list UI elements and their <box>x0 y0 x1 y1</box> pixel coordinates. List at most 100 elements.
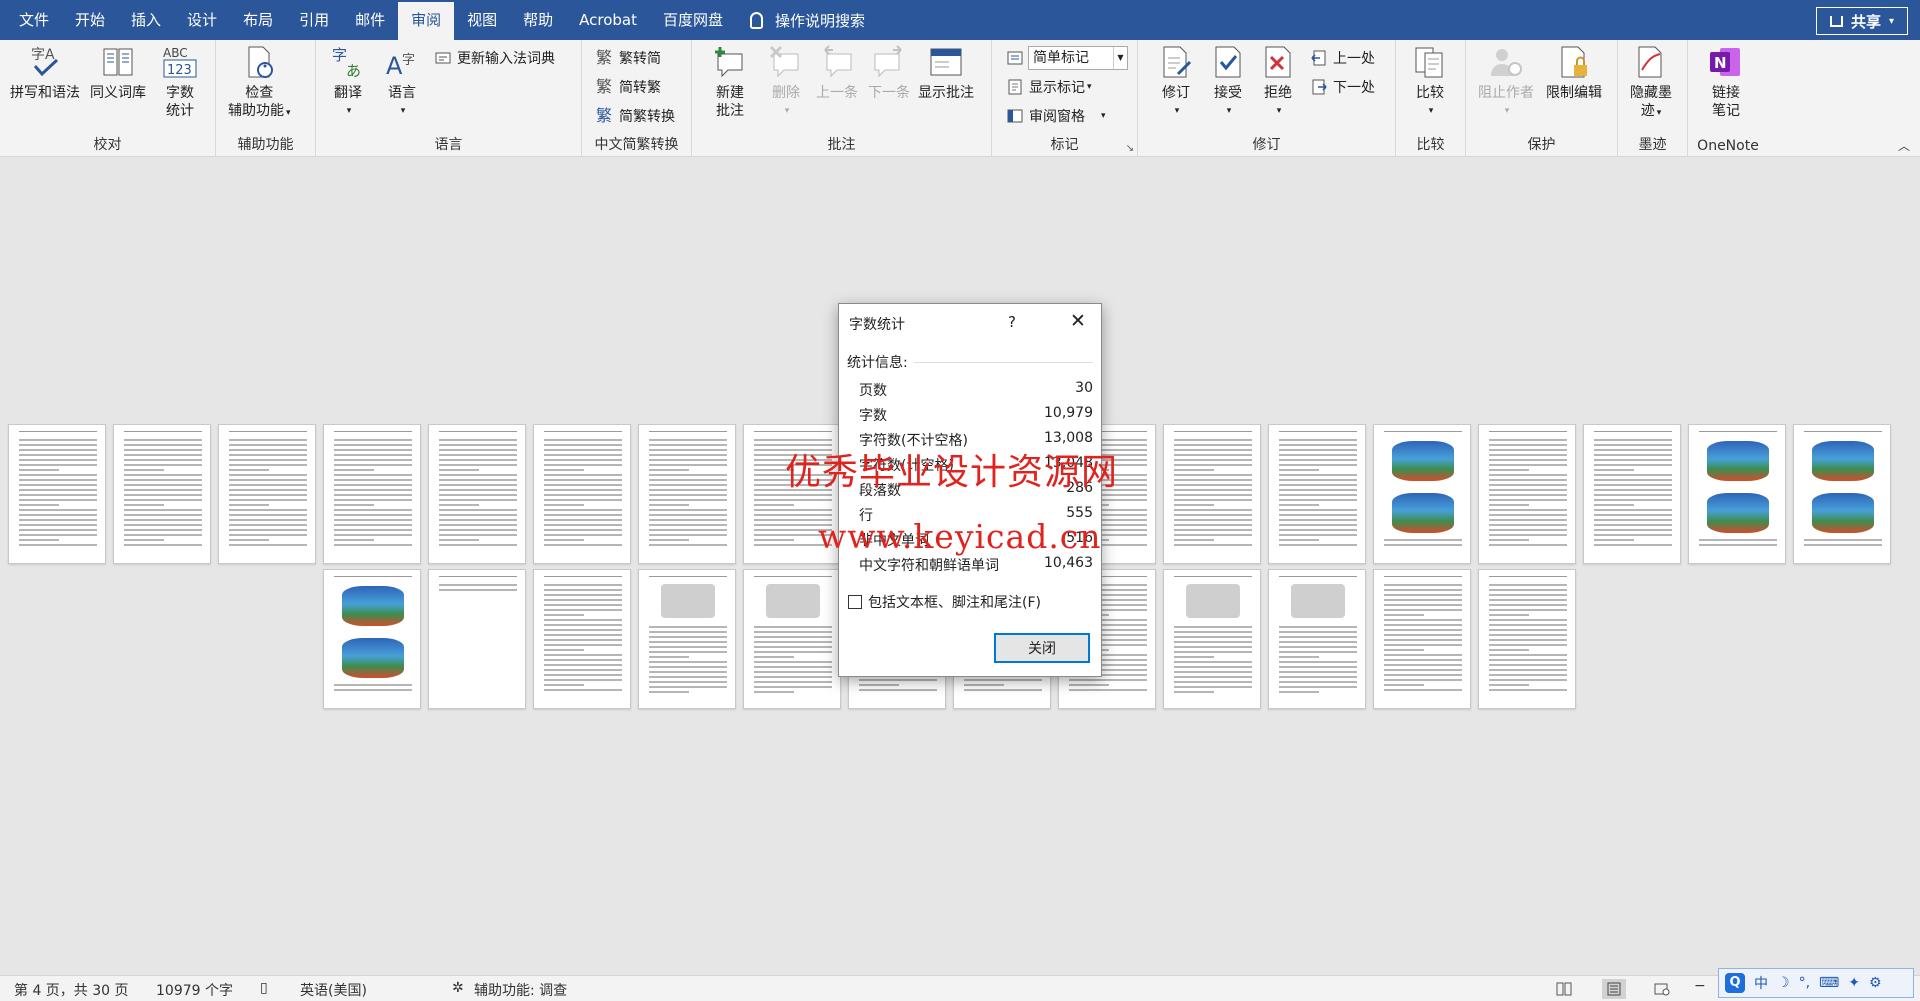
tab-references[interactable]: 引用 <box>286 0 342 40</box>
reject-button[interactable]: 拒绝 ▾ <box>1260 44 1296 120</box>
ribbon: 字A 拼写和语法 同义词库 ABC 123 字数 统计 校对 检查 辅助功能 ▾ 辅… <box>0 40 1920 157</box>
next-change-label: 下一处 <box>1333 80 1375 96</box>
page-thumbnail[interactable] <box>1163 569 1261 709</box>
show-markup-button[interactable]: 显示标记 ▾ <box>1006 75 1092 99</box>
checkbox-box[interactable] <box>848 595 862 609</box>
page-thumbnail[interactable] <box>113 424 211 564</box>
page-thumbnail[interactable] <box>1478 569 1576 709</box>
word-count-button[interactable]: ABC 123 字数 统计 <box>162 44 198 120</box>
page-thumbnail[interactable] <box>1373 424 1471 564</box>
zoom-out-icon[interactable]: − <box>1694 978 1706 994</box>
thesaurus-button[interactable]: 同义词库 <box>90 44 146 102</box>
tab-mailings[interactable]: 邮件 <box>342 0 398 40</box>
page-thumbnail[interactable] <box>533 569 631 709</box>
page-thumbnail[interactable] <box>638 424 736 564</box>
close-button[interactable]: 关闭 <box>994 633 1090 663</box>
page-thumbnail[interactable] <box>743 569 841 709</box>
proofing-status-icon[interactable]: ▯ <box>260 980 268 996</box>
tab-baidu-netdisk[interactable]: 百度网盘 <box>650 0 736 40</box>
language-status[interactable]: 英语(美国) <box>300 980 367 1000</box>
tab-review[interactable]: 审阅 <box>398 2 455 40</box>
tab-insert[interactable]: 插入 <box>118 0 174 40</box>
include-textboxes-checkbox[interactable]: 包括文本框、脚注和尾注(F) <box>848 592 1041 612</box>
linked-notes-button[interactable]: N 链接 笔记 <box>1708 44 1744 120</box>
web-layout-icon[interactable] <box>1650 979 1674 999</box>
chevron-down-icon: ▾ <box>1428 106 1434 116</box>
check-accessibility-button[interactable]: 检查 辅助功能 ▾ <box>228 44 291 122</box>
page-thumbnail[interactable] <box>1373 569 1471 709</box>
previous-change-button[interactable]: 上一处 <box>1310 46 1375 70</box>
restrict-editing-button[interactable]: 限制编辑 <box>1546 44 1602 102</box>
toolbox-icon[interactable]: ✦ <box>1848 975 1860 991</box>
settings-icon[interactable]: ⚙ <box>1869 975 1882 991</box>
tab-acrobat[interactable]: Acrobat <box>566 0 650 40</box>
group-proofing: 字A 拼写和语法 同义词库 ABC 123 字数 统计 校对 <box>0 40 216 157</box>
moon-icon[interactable]: ☽ <box>1777 975 1790 991</box>
simplified-traditional-convert-button[interactable]: 繁 简繁转换 <box>596 104 675 128</box>
update-ime-label: 更新输入法词典 <box>457 51 555 67</box>
page-thumbnail[interactable] <box>218 424 316 564</box>
print-layout-icon[interactable] <box>1602 979 1626 999</box>
tell-me-search[interactable]: 操作说明搜索 <box>750 10 865 31</box>
traditional-to-simplified-button[interactable]: 繁 繁转简 <box>596 46 661 70</box>
chevron-down-icon: ▾ <box>1276 106 1282 116</box>
collapse-ribbon-icon[interactable]: ︿ <box>1898 137 1910 154</box>
punctuation-icon[interactable]: °, <box>1799 975 1810 991</box>
ime-logo-icon[interactable]: Q <box>1725 973 1745 993</box>
simplified-to-traditional-button[interactable]: 繁 简转繁 <box>596 75 661 99</box>
page-thumbnail[interactable] <box>1268 424 1366 564</box>
update-ime-dictionary-button[interactable]: 更新输入法词典 <box>434 46 555 70</box>
new-comment-button[interactable]: 新建 批注 <box>712 44 748 120</box>
status-bar: 第 4 页，共 30 页 10979 个字 ▯ 英语(美国) ✲ 辅助功能: 调… <box>0 975 1920 1001</box>
page-thumbnail[interactable] <box>1688 424 1786 564</box>
track-changes-label: 修订 <box>1162 85 1190 101</box>
markup-select[interactable]: 简单标记 ▼ <box>1028 46 1128 70</box>
page-thumbnail[interactable] <box>533 424 631 564</box>
reviewing-pane-button[interactable]: 审阅窗格 ▾ <box>1006 104 1106 128</box>
previous-comment-button[interactable]: 上一条 <box>816 44 858 102</box>
page-thumbnail[interactable] <box>428 424 526 564</box>
translate-button[interactable]: 字あ 翻译 ▾ <box>330 44 366 120</box>
delete-comment-label: 删除 <box>772 85 800 101</box>
show-comments-button[interactable]: 显示批注 <box>918 44 974 102</box>
chevron-down-icon: ▾ <box>1888 15 1895 27</box>
page-thumbnail[interactable] <box>323 424 421 564</box>
accept-button[interactable]: 接受 ▾ <box>1210 44 1246 120</box>
tab-design[interactable]: 设计 <box>174 0 230 40</box>
tab-view[interactable]: 视图 <box>454 0 510 40</box>
tab-home[interactable]: 开始 <box>62 0 118 40</box>
page-info[interactable]: 第 4 页，共 30 页 <box>14 980 129 1000</box>
page-thumbnail[interactable] <box>1268 569 1366 709</box>
delete-comment-button[interactable]: 删除 ▾ <box>768 44 804 120</box>
read-mode-icon[interactable] <box>1552 979 1576 999</box>
tab-layout[interactable]: 布局 <box>230 0 286 40</box>
dialog-launcher-icon[interactable]: ↘ <box>1126 143 1134 154</box>
page-thumbnail[interactable] <box>1793 424 1891 564</box>
track-changes-button[interactable]: 修订 ▾ <box>1158 44 1194 120</box>
hide-ink-button[interactable]: 隐藏墨 迹 ▾ <box>1630 44 1672 122</box>
spelling-grammar-button[interactable]: 字A 拼写和语法 <box>10 44 80 102</box>
page-thumbnail[interactable] <box>638 569 736 709</box>
page-thumbnail[interactable] <box>428 569 526 709</box>
next-comment-button[interactable]: 下一条 <box>868 44 910 102</box>
page-thumbnail[interactable] <box>1163 424 1261 564</box>
compare-button[interactable]: 比较 ▾ <box>1412 44 1448 120</box>
page-thumbnail[interactable] <box>1583 424 1681 564</box>
close-icon[interactable]: ✕ <box>1063 308 1093 334</box>
share-button[interactable]: 共享 ▾ <box>1816 7 1908 35</box>
tab-file[interactable]: 文件 <box>6 0 62 40</box>
page-thumbnail[interactable] <box>8 424 106 564</box>
page-thumbnail[interactable] <box>1478 424 1576 564</box>
page-thumbnail[interactable] <box>323 569 421 709</box>
word-count-status[interactable]: 10979 个字 <box>156 980 233 1000</box>
help-icon[interactable]: ? <box>1008 313 1016 331</box>
keyboard-icon[interactable]: ⌨ <box>1819 975 1839 991</box>
language-button[interactable]: A字 语言 ▾ <box>384 44 420 120</box>
accessibility-status[interactable]: 辅助功能: 调查 <box>474 980 567 1000</box>
block-authors-button[interactable]: 阻止作者 ▾ <box>1478 44 1534 120</box>
svg-text:字: 字 <box>402 53 415 68</box>
next-change-button[interactable]: 下一处 <box>1310 75 1375 99</box>
ime-mode-toggle[interactable]: 中 <box>1754 973 1768 993</box>
tab-help[interactable]: 帮助 <box>510 0 566 40</box>
section-divider <box>914 362 1093 363</box>
